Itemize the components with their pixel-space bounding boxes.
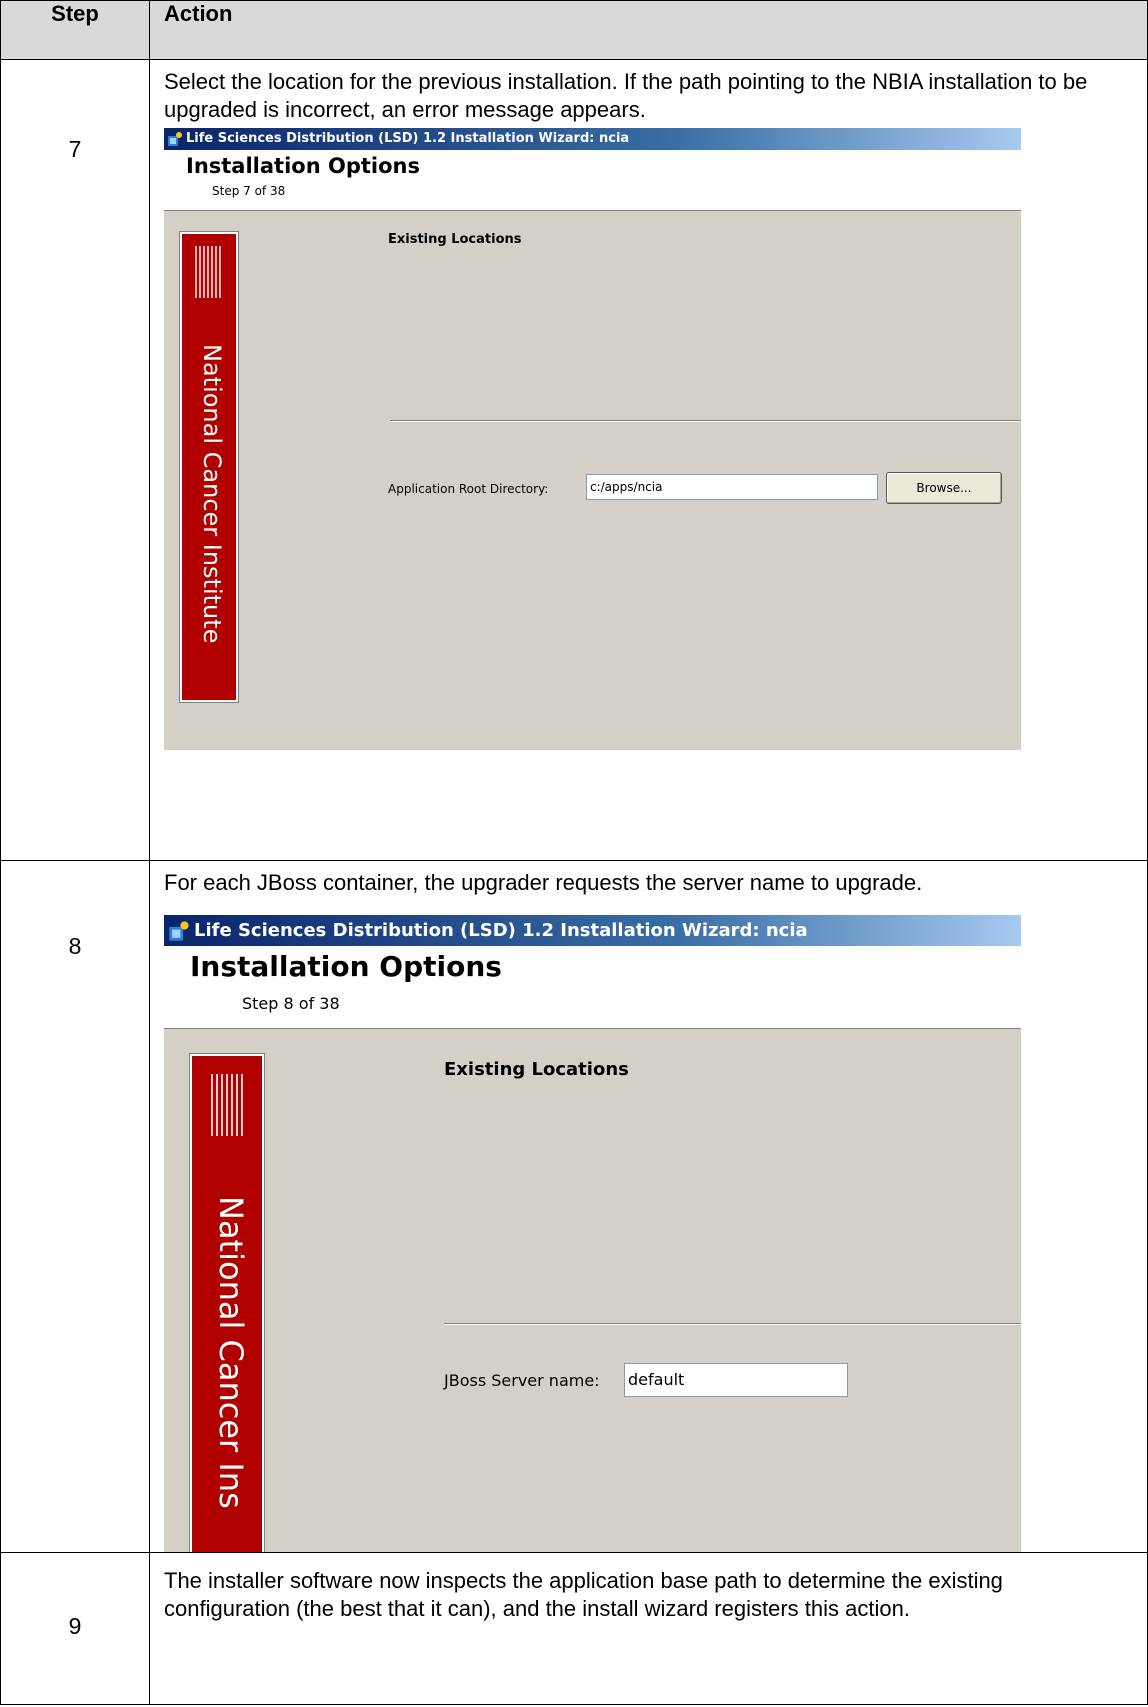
step-number: 9 bbox=[68, 1613, 82, 1639]
action-cell: For each JBoss container, the upgrader r… bbox=[149, 860, 1148, 1553]
browse-button[interactable]: Browse... bbox=[886, 472, 1002, 504]
procedure-table: Step Action 7 Select the location for th… bbox=[0, 0, 1148, 1705]
wizard-screenshot: Life Sciences Distribution (LSD) 1.2 Ins… bbox=[164, 915, 1021, 1552]
step-number: 7 bbox=[68, 136, 82, 162]
step-number: 8 bbox=[68, 933, 82, 959]
table-row: 9 The installer software now inspects th… bbox=[0, 1552, 1148, 1705]
nci-side-panel: National Cancer Institute bbox=[179, 231, 239, 703]
wizard-screenshot: Life Sciences Distribution (LSD) 1.2 Ins… bbox=[164, 128, 1021, 750]
jboss-server-input[interactable]: default bbox=[624, 1363, 848, 1397]
wizard-header-title: Installation Options bbox=[186, 154, 420, 178]
step-cell: 9 bbox=[0, 1552, 150, 1705]
wizard-header-title: Installation Options bbox=[190, 950, 502, 983]
wizard-header: Installation Options Step 7 of 38 bbox=[164, 150, 1021, 211]
wizard-titlebar: Life Sciences Distribution (LSD) 1.2 Ins… bbox=[164, 128, 1021, 150]
installer-app-icon bbox=[167, 131, 183, 147]
installer-app-icon bbox=[168, 920, 190, 942]
table-header-row: Step Action bbox=[0, 0, 1148, 60]
nci-side-panel: National Cancer Ins bbox=[189, 1053, 265, 1552]
app-root-input[interactable]: c:/apps/ncia bbox=[586, 474, 878, 500]
wizard-title: Life Sciences Distribution (LSD) 1.2 Ins… bbox=[194, 920, 808, 941]
step-description: The installer software now inspects the … bbox=[164, 1568, 1003, 1621]
step-cell: 8 bbox=[0, 860, 150, 1553]
action-column-header: Action bbox=[149, 0, 1148, 60]
step-description: Select the location for the previous ins… bbox=[164, 69, 1088, 122]
action-cell: Select the location for the previous ins… bbox=[149, 59, 1148, 861]
section-title: Existing Locations bbox=[444, 1059, 629, 1080]
step-column-header: Step bbox=[0, 0, 150, 60]
wizard-titlebar: Life Sciences Distribution (LSD) 1.2 Ins… bbox=[164, 915, 1021, 946]
section-separator bbox=[444, 1323, 1021, 1325]
nci-logo bbox=[192, 1070, 262, 1140]
table-row: 7 Select the location for the previous i… bbox=[0, 59, 1148, 861]
wizard-step-indicator: Step 8 of 38 bbox=[242, 994, 340, 1013]
table-row: 8 For each JBoss container, the upgrader… bbox=[0, 860, 1148, 1553]
section-separator bbox=[390, 420, 1021, 422]
nci-vertical-text: National Cancer Institute bbox=[198, 344, 226, 644]
nci-logo bbox=[182, 242, 236, 302]
wizard-step-indicator: Step 7 of 38 bbox=[212, 184, 286, 198]
app-root-label: Application Root Directory: bbox=[388, 482, 549, 496]
wizard-title: Life Sciences Distribution (LSD) 1.2 Ins… bbox=[186, 131, 630, 146]
action-cell: The installer software now inspects the … bbox=[149, 1552, 1148, 1705]
nci-vertical-text: National Cancer Ins bbox=[212, 1196, 250, 1509]
jboss-server-label: JBoss Server name: bbox=[444, 1371, 600, 1390]
section-title: Existing Locations bbox=[388, 232, 522, 247]
wizard-header: Installation Options Step 8 of 38 bbox=[164, 946, 1021, 1029]
step-description: For each JBoss container, the upgrader r… bbox=[164, 870, 923, 895]
step-cell: 7 bbox=[0, 59, 150, 861]
